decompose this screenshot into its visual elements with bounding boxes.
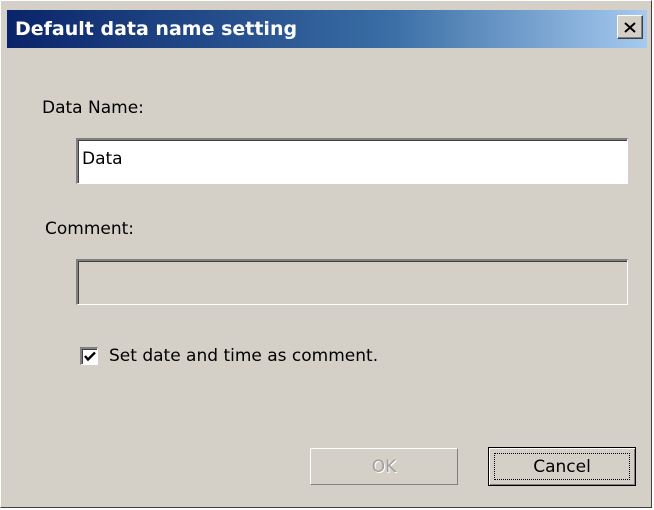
cancel-button[interactable]: Cancel [488, 447, 636, 486]
cancel-focus-rect: Cancel [494, 453, 630, 480]
ok-button[interactable]: OK [310, 448, 458, 485]
set-datetime-label[interactable]: Set date and time as comment. [109, 346, 378, 366]
checkmark-icon [83, 351, 96, 362]
comment-input[interactable] [76, 259, 628, 305]
close-icon [624, 21, 636, 33]
comment-label: Comment: [45, 219, 135, 239]
set-datetime-checkbox[interactable] [80, 347, 98, 365]
title-bar[interactable]: Default data name setting [7, 10, 647, 48]
cancel-button-label: Cancel [533, 456, 591, 477]
dialog-title: Default data name setting [15, 18, 298, 40]
ok-button-label: OK [371, 456, 397, 477]
data-name-input[interactable]: Data [76, 138, 628, 184]
dialog-window: Default data name setting Data Name: Dat… [0, 0, 652, 508]
data-name-label: Data Name: [42, 98, 144, 118]
close-button[interactable] [617, 15, 643, 39]
